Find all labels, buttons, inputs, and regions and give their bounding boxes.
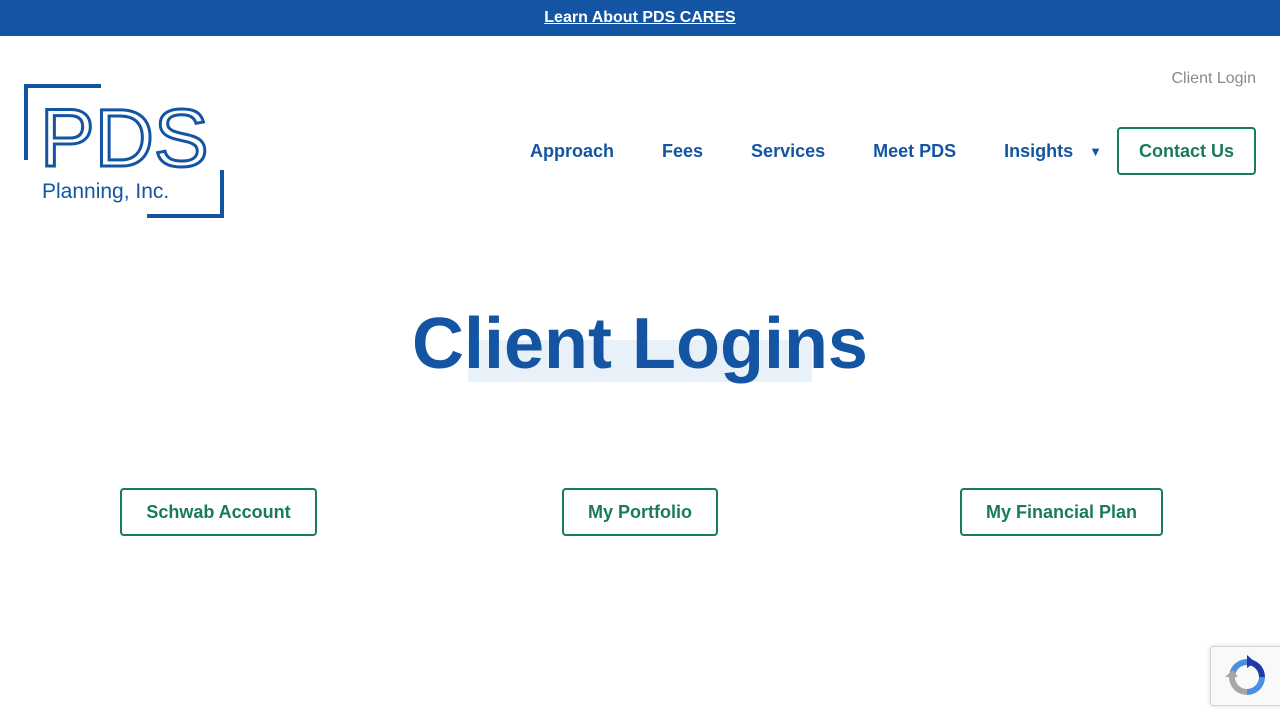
logo-mark: PDS Planning, Inc.	[24, 84, 224, 218]
main-nav: Approach Fees Services Meet PDS Insights…	[506, 127, 1126, 175]
pds-cares-link[interactable]: Learn About PDS CARES	[544, 9, 735, 27]
nav-fees[interactable]: Fees	[638, 127, 727, 175]
logo-sub-text: Planning, Inc.	[42, 180, 169, 203]
my-portfolio-button[interactable]: My Portfolio	[562, 488, 718, 536]
page-title: Client Logins	[412, 304, 868, 384]
pds-logo[interactable]: PDS Planning, Inc.	[24, 84, 224, 218]
logo-main-text: PDS	[40, 93, 209, 184]
announcement-bar: Learn About PDS CARES	[0, 0, 1280, 36]
recaptcha-badge[interactable]	[1210, 646, 1280, 706]
hero: Client Logins	[0, 300, 1280, 390]
nav-meet-pds[interactable]: Meet PDS	[849, 127, 980, 175]
client-login-link[interactable]: Client Login	[1172, 70, 1257, 88]
nav-insights[interactable]: Insights ▼	[980, 127, 1126, 175]
nav-approach[interactable]: Approach	[506, 127, 638, 175]
recaptcha-icon	[1225, 655, 1265, 695]
my-financial-plan-button[interactable]: My Financial Plan	[960, 488, 1163, 536]
nav-services[interactable]: Services	[727, 127, 849, 175]
chevron-down-icon[interactable]: ▼	[1089, 144, 1102, 159]
contact-us-button[interactable]: Contact Us	[1117, 127, 1256, 175]
nav-insights-label: Insights	[1004, 140, 1074, 161]
schwab-account-button[interactable]: Schwab Account	[120, 488, 317, 536]
